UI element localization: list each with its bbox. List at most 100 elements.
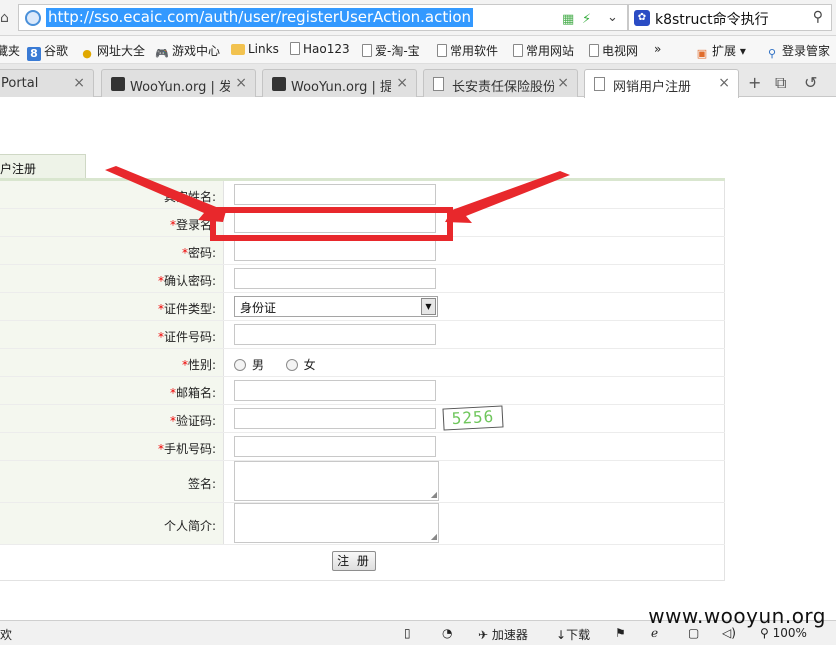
url-field[interactable]: http://sso.ecaic.com/auth/user/registerU… — [18, 4, 628, 31]
download-button[interactable]: ↓下载 — [556, 626, 590, 643]
bookmark-url-directory[interactable]: ● 网址大全 — [80, 42, 145, 61]
tab-list-icon[interactable]: ⧉ — [775, 73, 786, 93]
tab-portal[interactable]: Portal × — [0, 69, 94, 97]
close-icon[interactable]: × — [235, 75, 247, 91]
gender-radio-group: 男 女 — [234, 356, 316, 373]
search-field[interactable]: ✿ k8struct命令执行 ⚲ — [628, 4, 832, 31]
new-tab-icon[interactable]: + — [748, 73, 761, 92]
bookmark-label: 电视网 — [602, 44, 639, 58]
row-id-number: *证件号码: — [0, 321, 725, 349]
id-type-select[interactable]: 身份证 ▼ — [234, 296, 438, 317]
close-icon[interactable]: × — [557, 75, 569, 91]
puzzle-icon: ▣ — [696, 47, 708, 60]
google-icon: 8 — [27, 47, 41, 61]
resize-grip-icon[interactable]: ◢ — [431, 490, 437, 499]
mobile-label: 手机号码: — [163, 442, 216, 456]
wooyun-favicon-icon — [111, 77, 125, 91]
mobile-input[interactable] — [234, 436, 436, 457]
chevron-down-icon[interactable]: ⌄ — [607, 10, 618, 25]
bookmark-links[interactable]: Links — [231, 42, 279, 56]
page-icon — [589, 44, 599, 57]
history-icon[interactable]: ◔ — [442, 626, 452, 640]
resize-grip-icon[interactable]: ◢ — [431, 532, 437, 541]
tab-wooyun-publish[interactable]: WooYun.org | 发布 × — [101, 69, 256, 97]
bookmark-more[interactable]: » — [654, 42, 661, 56]
reader-icon[interactable]: ⚑ — [615, 626, 626, 640]
bookmark-favorites[interactable]: 藏夹 — [0, 42, 20, 59]
real-name-input[interactable] — [234, 184, 436, 205]
undo-close-icon[interactable]: ↺ — [804, 73, 817, 92]
confirm-password-input[interactable] — [234, 268, 436, 289]
page-icon — [362, 44, 372, 57]
url-text[interactable]: http://sso.ecaic.com/auth/user/registerU… — [46, 8, 474, 27]
bookmark-label: 游戏中心 — [172, 44, 221, 58]
page-icon — [437, 44, 447, 57]
tab-title: Portal — [1, 76, 39, 91]
bookmark-label: 网址大全 — [97, 44, 146, 58]
zoom-icon: ⚲ — [760, 626, 769, 640]
window-icon[interactable]: ▢ — [688, 626, 699, 640]
bookmark-common-software[interactable]: 常用软件 — [437, 42, 498, 59]
search-input[interactable]: k8struct命令执行 — [655, 9, 769, 29]
bookmark-label: 常用网站 — [526, 44, 575, 58]
directory-icon: ● — [82, 47, 92, 60]
intro-textarea[interactable]: ◢ — [234, 503, 439, 543]
page-icon — [290, 42, 300, 55]
bookmark-label: 爱-淘-宝 — [375, 44, 420, 58]
password-label: 密码: — [187, 246, 216, 260]
row-real-name: 真实姓名: — [0, 181, 725, 209]
more-chevron-icon: » — [654, 42, 662, 56]
tab-wooyun-submit[interactable]: WooYun.org | 提交 × — [262, 69, 417, 97]
confirm-password-label: 确认密码: — [163, 274, 216, 288]
bookmark-label: 谷歌 — [44, 44, 69, 58]
zoom-control[interactable]: ⚲ 100% — [760, 626, 807, 640]
captcha-input[interactable] — [234, 408, 436, 429]
form-tab-label: 用户注册 — [0, 162, 37, 176]
bookmark-common-sites[interactable]: 常用网站 — [513, 42, 574, 59]
folder-icon — [231, 44, 245, 55]
signature-textarea[interactable]: ◢ — [234, 461, 439, 501]
row-id-type: *证件类型: 身份证 ▼ — [0, 293, 725, 321]
qr-code-icon[interactable]: ▦ — [562, 12, 574, 27]
extensions-button[interactable]: ▣ 扩展 ▾ — [695, 42, 746, 61]
email-input[interactable] — [234, 380, 436, 401]
lightning-icon[interactable]: ⚡ — [582, 12, 591, 27]
tab-online-user-register[interactable]: 网销用户注册 × — [584, 69, 739, 98]
gender-male-radio[interactable] — [234, 359, 246, 371]
wooyun-favicon-icon — [272, 77, 286, 91]
rocket-icon: ✈ — [478, 628, 489, 642]
login-manager-button[interactable]: ⚲ 登录管家 — [765, 42, 830, 61]
signature-label: 签名: — [187, 477, 216, 491]
close-icon[interactable]: × — [718, 75, 730, 91]
accelerator-button[interactable]: ✈ 加速器 — [478, 626, 528, 643]
register-submit-button[interactable]: 注 册 — [332, 551, 376, 571]
volume-icon[interactable]: ◁) — [722, 626, 736, 640]
id-number-input[interactable] — [234, 324, 436, 345]
gender-female-label: 女 — [303, 358, 316, 372]
page-icon — [433, 77, 444, 91]
form-tab[interactable]: 用户注册 — [0, 154, 86, 179]
captcha-image[interactable]: 5256 — [442, 405, 504, 431]
captcha-label: 验证码: — [175, 414, 216, 428]
tab-title: 长安责任保险股份有 — [452, 80, 554, 95]
bookmark-hao123[interactable]: Hao123 — [290, 42, 350, 56]
tab-changan-insurance[interactable]: 长安责任保险股份有 × — [423, 69, 578, 97]
intro-label: 个人简介: — [163, 519, 216, 533]
home-icon[interactable]: ⌂ — [0, 10, 9, 26]
bookmark-tv[interactable]: 电视网 — [589, 42, 638, 59]
search-icon[interactable]: ⚲ — [813, 9, 823, 25]
close-icon[interactable]: × — [396, 75, 408, 91]
close-icon[interactable]: × — [73, 75, 85, 91]
bookmark-game-center[interactable]: 🎮 游戏中心 — [155, 42, 220, 61]
gender-female-radio[interactable] — [285, 359, 298, 371]
password-input[interactable] — [234, 240, 436, 261]
ie-icon[interactable]: ℯ — [651, 626, 658, 640]
page-icon — [594, 77, 605, 91]
bookmark-google[interactable]: 8 谷歌 — [27, 42, 68, 61]
mobile-icon[interactable]: ▯ — [404, 626, 411, 640]
id-type-value: 身份证 — [240, 301, 277, 315]
bookmark-taobao[interactable]: 爱-淘-宝 — [362, 42, 420, 59]
dropdown-arrow-icon[interactable]: ▼ — [421, 298, 436, 315]
registration-form: 真实姓名: *登录名: *密码: *确认密码: *证件类型: 身份证 ▼ *证件… — [0, 181, 725, 581]
real-name-label: 真实姓名: — [163, 190, 216, 204]
